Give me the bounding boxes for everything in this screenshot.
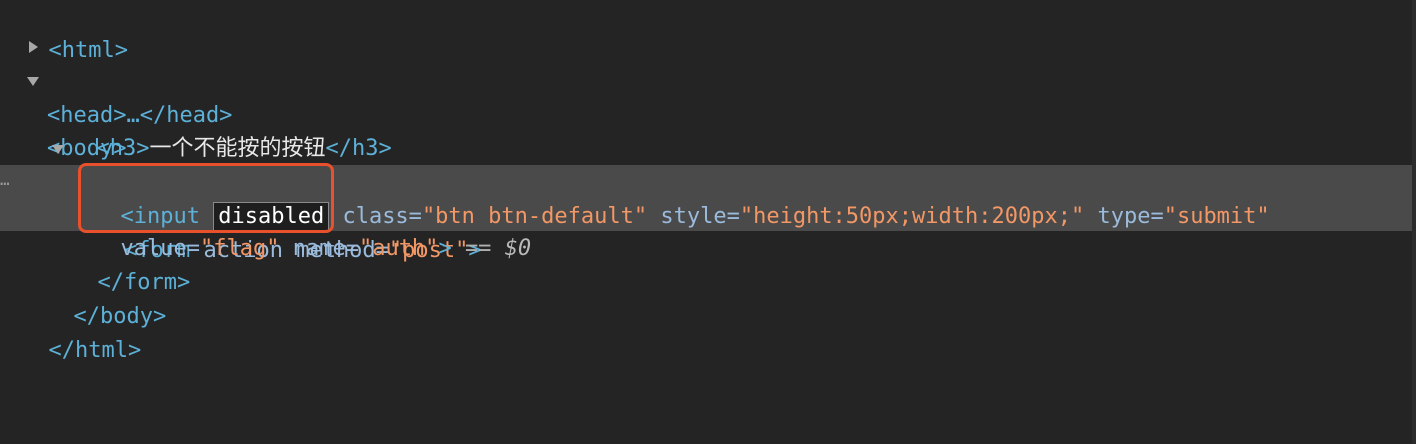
body-open-line[interactable]: <body> — [0, 64, 1416, 161]
scrollbar[interactable] — [1412, 0, 1416, 444]
triangle-down-icon[interactable] — [52, 145, 64, 154]
input-line-1[interactable]: <input disabled class="btn btn-default" … — [94, 166, 1416, 232]
form-close-line[interactable]: </form> — [71, 232, 1416, 295]
head-line[interactable]: <head>…</head> — [0, 31, 1416, 128]
input-line-2[interactable]: value="flag" name="auth"> == $0 — [94, 198, 1416, 261]
h3-line[interactable]: <h3>一个不能按的按钮</h3> — [70, 98, 1416, 161]
form-open-line[interactable]: <form action method="post"> — [0, 132, 1416, 263]
triangle-right-icon[interactable] — [29, 41, 38, 53]
body-close-line[interactable]: </body> — [47, 266, 1416, 329]
html-open-line[interactable]: <html> — [22, 0, 1416, 63]
html-close-line[interactable]: </html> — [22, 300, 1416, 363]
html-close-tag: </html> — [48, 338, 142, 363]
triangle-down-icon[interactable] — [27, 77, 39, 86]
